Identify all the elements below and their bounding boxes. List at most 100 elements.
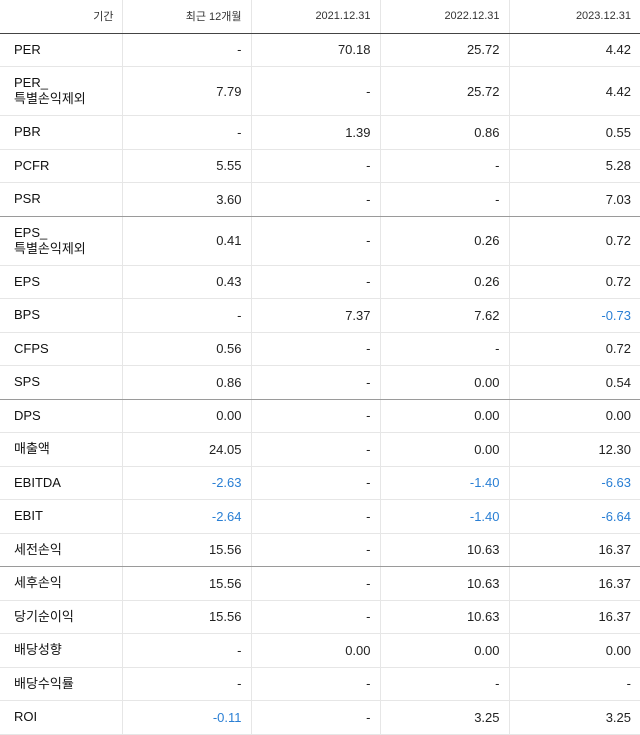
table-row: PBR -1.39 0.86 0.55 [0, 115, 640, 150]
row-label: PER [0, 33, 122, 67]
row-value: 0.00 [379, 633, 509, 668]
row-value: 3.60 [121, 182, 251, 217]
row-label: 당기순이익 [0, 600, 122, 634]
row-value: 0.56 [121, 332, 251, 366]
row-value: 0.72 [508, 216, 640, 266]
row-value: 1.39 [250, 115, 380, 150]
row-value: 4.42 [508, 33, 640, 67]
row-value: 15.56 [121, 533, 251, 567]
row-value: 10.63 [379, 533, 509, 567]
row-label: 매출액 [0, 432, 122, 467]
row-value: 10.63 [379, 600, 509, 634]
row-label: 배당성향 [0, 633, 122, 668]
row-value: - [250, 66, 380, 116]
row-value: 0.86 [379, 115, 509, 150]
row-value: 7.62 [379, 298, 509, 333]
row-value: - [250, 600, 380, 634]
row-value: 24.05 [121, 432, 251, 467]
row-value: -0.11 [121, 700, 251, 735]
header-2022: 2022.12.31 [379, 0, 509, 34]
row-label: PER_ 특별손익제외 [0, 66, 122, 116]
row-value: - [379, 182, 509, 217]
row-label: PBR [0, 115, 122, 150]
row-value: 15.56 [121, 566, 251, 601]
row-value: - [250, 533, 380, 567]
row-value: 0.54 [508, 365, 640, 400]
row-value: - [379, 149, 509, 183]
row-value: -1.40 [379, 499, 509, 534]
table-header-row: 기간 최근 12개월 2021.12.31 2022.12.31 2023.12… [0, 0, 640, 34]
row-value: 0.86 [121, 365, 251, 400]
row-value: 0.41 [121, 216, 251, 266]
row-value: - [250, 399, 380, 433]
row-value: - [379, 332, 509, 366]
financial-ratio-table: 기간 최근 12개월 2021.12.31 2022.12.31 2023.12… [0, 0, 640, 735]
row-value: 4.42 [508, 66, 640, 116]
table-row: 배당성향 -0.00 0.00 0.00 [0, 633, 640, 668]
table-row: 세전손익 15.56-10.63 16.37 [0, 533, 640, 567]
row-value: 7.37 [250, 298, 380, 333]
row-value: 0.00 [379, 432, 509, 467]
header-2023: 2023.12.31 [508, 0, 640, 34]
row-value: - [250, 432, 380, 467]
row-value: - [379, 667, 509, 701]
row-value: - [250, 499, 380, 534]
row-label: EBIT [0, 499, 122, 534]
table-row: EPS_ 특별손익제외 0.41-0.26 0.72 [0, 216, 640, 266]
row-value: 3.25 [508, 700, 640, 735]
table-row: BPS -7.37 7.62 -0.73 [0, 298, 640, 333]
table-row: 매출액 24.05-0.00 12.30 [0, 432, 640, 467]
row-value: 0.00 [508, 633, 640, 668]
row-value: 12.30 [508, 432, 640, 467]
row-value: - [250, 216, 380, 266]
row-value: 16.37 [508, 533, 640, 567]
row-label: CFPS [0, 332, 122, 366]
row-value: 0.72 [508, 265, 640, 299]
table-row: 배당수익률 - - - - [0, 667, 640, 701]
row-label: EPS_ 특별손익제외 [0, 216, 122, 266]
row-value: - [508, 667, 640, 701]
table-row: PER -70.18 25.72 4.42 [0, 33, 640, 67]
row-value: 0.00 [379, 365, 509, 400]
row-value: - [250, 566, 380, 601]
row-value: 7.79 [121, 66, 251, 116]
row-label: DPS [0, 399, 122, 433]
row-value: -2.64 [121, 499, 251, 534]
row-label: BPS [0, 298, 122, 333]
table-row: EBIT -2.64- -1.40 -6.64 [0, 499, 640, 534]
row-value: -6.63 [508, 466, 640, 500]
row-value: - [121, 667, 251, 701]
row-value: 0.55 [508, 115, 640, 150]
row-value: - [250, 365, 380, 400]
table-row: 세후손익 15.56-10.63 16.37 [0, 566, 640, 601]
row-value: 0.00 [121, 399, 251, 433]
row-value: - [121, 33, 251, 67]
table-row: ROI -0.11-3.25 3.25 [0, 700, 640, 735]
row-label: PCFR [0, 149, 122, 183]
row-value: - [121, 115, 251, 150]
row-value: 0.00 [508, 399, 640, 433]
row-value: - [250, 700, 380, 735]
table-row: EBITDA -2.63- -1.40 -6.63 [0, 466, 640, 500]
row-label: SPS [0, 365, 122, 400]
table-row: PSR 3.60- -7.03 [0, 182, 640, 217]
row-label: 배당수익률 [0, 667, 122, 701]
row-value: 0.00 [250, 633, 380, 668]
row-label: EPS [0, 265, 122, 299]
row-value: 16.37 [508, 566, 640, 601]
row-value: - [121, 298, 251, 333]
row-value: 25.72 [379, 33, 509, 67]
row-value: 7.03 [508, 182, 640, 217]
row-label: ROI [0, 700, 122, 735]
row-value: 15.56 [121, 600, 251, 634]
row-value: 0.26 [379, 265, 509, 299]
row-value: 5.55 [121, 149, 251, 183]
row-value: 0.26 [379, 216, 509, 266]
row-value: - [250, 667, 380, 701]
row-value: -0.73 [508, 298, 640, 333]
row-value: - [250, 265, 380, 299]
row-label: 세전손익 [0, 533, 122, 567]
row-value: 25.72 [379, 66, 509, 116]
row-value: - [250, 332, 380, 366]
row-value: -6.64 [508, 499, 640, 534]
